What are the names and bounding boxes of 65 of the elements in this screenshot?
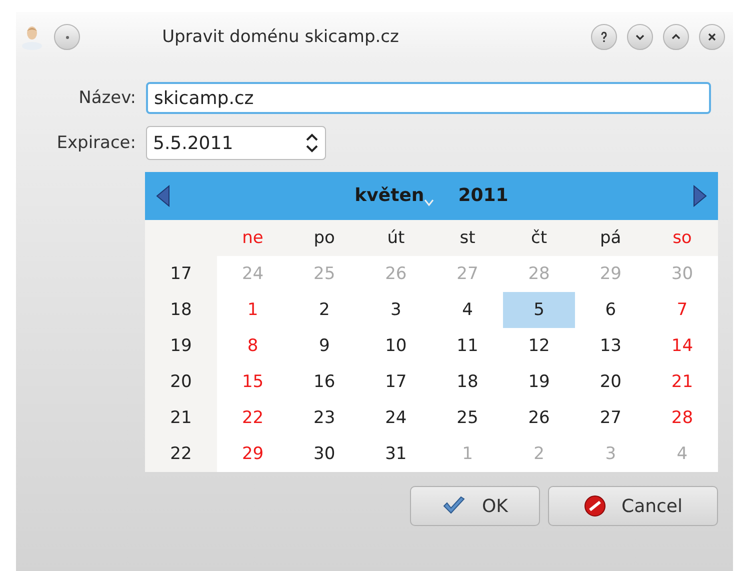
day-cell[interactable]: 18 xyxy=(432,364,504,400)
day-cell[interactable]: 30 xyxy=(288,436,360,472)
weekday-header: ne xyxy=(241,227,264,250)
help-button[interactable] xyxy=(591,24,617,50)
day-cell[interactable]: 10 xyxy=(360,328,432,364)
day-cell[interactable]: 12 xyxy=(503,328,575,364)
day-cell[interactable]: 6 xyxy=(574,292,646,328)
day-cell[interactable]: 16 xyxy=(288,364,360,400)
week-number: 20 xyxy=(169,371,193,394)
day-cell[interactable]: 4 xyxy=(432,292,504,328)
day-cell[interactable]: 26 xyxy=(503,400,575,436)
day-cell[interactable]: 27 xyxy=(574,400,646,436)
minimize-button[interactable] xyxy=(627,24,653,50)
next-month-icon[interactable] xyxy=(692,185,708,207)
day-cell[interactable]: 22 xyxy=(217,400,289,436)
close-button[interactable] xyxy=(699,24,725,50)
caret-icon xyxy=(424,199,434,207)
day-cell[interactable]: 2 xyxy=(288,292,360,328)
weekday-header: pá xyxy=(599,227,622,250)
weekday-header: út xyxy=(386,227,406,250)
day-cell[interactable]: 21 xyxy=(646,364,718,400)
week-number: 21 xyxy=(169,407,193,430)
weekday-header: st xyxy=(458,227,476,250)
week-number: 17 xyxy=(169,263,193,286)
day-cell[interactable]: 31 xyxy=(360,436,432,472)
day-cell[interactable]: 9 xyxy=(288,328,360,364)
day-cell[interactable]: 14 xyxy=(646,328,718,364)
weekday-header: po xyxy=(312,227,336,250)
day-cell[interactable]: 29 xyxy=(217,436,289,472)
day-cell[interactable]: 25 xyxy=(432,400,504,436)
month-selector[interactable]: květen xyxy=(354,185,434,207)
previous-month-icon[interactable] xyxy=(155,185,171,207)
user-icon xyxy=(20,24,44,50)
cancel-button[interactable]: Cancel xyxy=(548,486,718,526)
day-cell[interactable]: 23 xyxy=(288,400,360,436)
spin-arrows-icon[interactable] xyxy=(305,133,319,153)
day-cell[interactable]: 7 xyxy=(646,292,718,328)
day-cell[interactable]: 17 xyxy=(360,364,432,400)
day-cell[interactable]: 11 xyxy=(432,328,504,364)
day-cell[interactable]: 15 xyxy=(217,364,289,400)
checkmark-icon xyxy=(442,496,466,516)
field-label: Název: xyxy=(78,88,136,108)
day-cell[interactable]: 1 xyxy=(217,292,289,328)
day-cell[interactable]: 20 xyxy=(574,364,646,400)
year-selector[interactable]: 2011 xyxy=(458,185,508,207)
day-cell[interactable]: 3 xyxy=(360,292,432,328)
maximize-button[interactable] xyxy=(663,24,689,50)
day-cell[interactable]: 28 xyxy=(646,400,718,436)
week-number: 19 xyxy=(169,335,193,358)
date-field[interactable]: 5.5.2011 xyxy=(146,126,326,160)
day-cell[interactable]: 5 xyxy=(503,292,575,328)
day-cell[interactable]: 19 xyxy=(503,364,575,400)
window-title: Upravit doménu skicamp.cz xyxy=(161,27,400,47)
weekday-header: so xyxy=(672,227,693,250)
field-label: Expirace: xyxy=(56,133,136,153)
close-icon xyxy=(706,31,718,43)
weekday-header: čt xyxy=(530,227,548,250)
ok-button[interactable]: OK xyxy=(410,486,540,526)
day-cell[interactable]: 13 xyxy=(574,328,646,364)
stop-icon xyxy=(584,495,606,517)
week-number: 22 xyxy=(169,443,193,466)
name-field[interactable]: skicamp.cz xyxy=(146,82,711,114)
day-cell[interactable]: 8 xyxy=(217,328,289,364)
week-number: 18 xyxy=(169,299,193,322)
day-cell[interactable]: 24 xyxy=(360,400,432,436)
